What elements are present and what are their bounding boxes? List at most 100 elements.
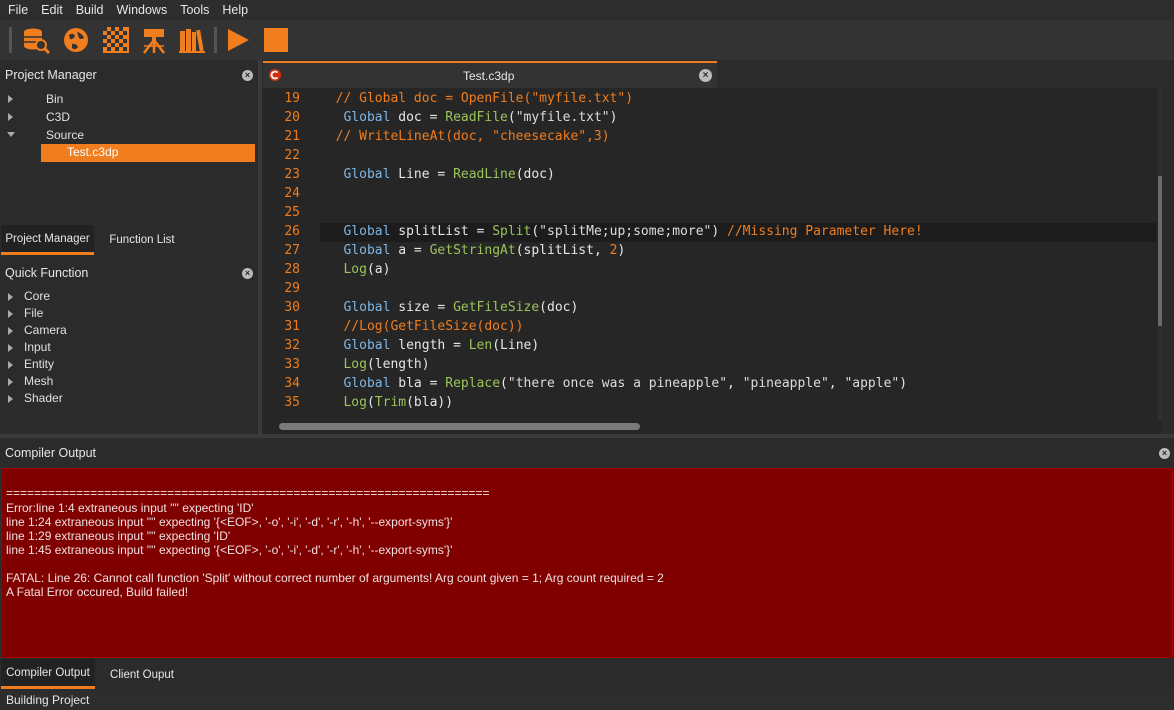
menu-bar: File Edit Build Windows Tools Help: [0, 0, 1174, 20]
project-manager-title: Project Manager: [5, 68, 97, 82]
file-logo-icon: [269, 69, 281, 81]
tree-item-file[interactable]: File: [24, 305, 43, 322]
compiler-output-header: Compiler Output: [0, 440, 1174, 466]
close-icon[interactable]: ×: [699, 69, 712, 82]
tree-item-source[interactable]: Source: [46, 127, 84, 144]
close-icon[interactable]: ×: [1159, 448, 1170, 459]
line-number: 31: [284, 319, 300, 334]
line-number: 35: [284, 395, 300, 410]
database-search-icon[interactable]: [22, 26, 50, 54]
status-bar: Building Project: [0, 690, 1174, 710]
expand-arrow-icon[interactable]: [8, 361, 13, 369]
tree-item-selected[interactable]: Test.c3dp: [41, 144, 255, 162]
tree-item-camera[interactable]: Camera: [24, 322, 67, 339]
tree-item-core[interactable]: Core: [24, 288, 50, 305]
line-number: 21: [284, 129, 300, 144]
tree-item-test-c3dp[interactable]: Test.c3dp: [67, 144, 118, 161]
toolbar-separator: [214, 27, 217, 53]
line-number: 33: [284, 357, 300, 372]
vertical-scroll-thumb[interactable]: [1158, 176, 1162, 326]
line-number: 20: [284, 110, 300, 125]
tab-function-list[interactable]: Function List: [96, 225, 188, 255]
tab-compiler-output[interactable]: Compiler Output: [1, 659, 95, 689]
code-line: Global a = GetStringAt(splitList, 2): [343, 243, 626, 258]
output-line: ========================================…: [6, 486, 490, 500]
globe-icon[interactable]: [62, 26, 90, 54]
project-tabs: Project Manager Function List: [0, 225, 258, 255]
line-number: 25: [284, 205, 300, 220]
code-line: // WriteLineAt(doc, "cheesecake",3): [320, 129, 610, 144]
line-number: 32: [284, 338, 300, 353]
collapse-arrow-icon[interactable]: [7, 132, 15, 137]
status-text: Building Project: [6, 693, 90, 707]
line-number: 30: [284, 300, 300, 315]
code-line: Global bla = Replace("there once was a p…: [343, 376, 908, 391]
menu-tools[interactable]: Tools: [172, 0, 209, 20]
line-number: 29: [284, 281, 300, 296]
horizontal-scrollbar[interactable]: [262, 420, 1162, 434]
stop-icon[interactable]: [262, 26, 290, 54]
tree-item-shader[interactable]: Shader: [24, 390, 63, 407]
expand-arrow-icon[interactable]: [8, 344, 13, 352]
tab-project-manager[interactable]: Project Manager: [1, 225, 94, 255]
camera-tripod-icon[interactable]: [140, 26, 168, 54]
output-line: line 1:29 extraneous input '"' expecting…: [6, 529, 231, 543]
code-line: Log(a): [343, 262, 391, 277]
horizontal-scroll-thumb[interactable]: [279, 423, 640, 430]
menu-build[interactable]: Build: [68, 0, 104, 20]
menu-file[interactable]: File: [0, 0, 28, 20]
quick-function-header: Quick Function: [0, 260, 258, 286]
expand-arrow-icon[interactable]: [8, 113, 13, 121]
menu-edit[interactable]: Edit: [33, 0, 63, 20]
line-number: 24: [284, 186, 300, 201]
line-number: 22: [284, 148, 300, 163]
expand-arrow-icon[interactable]: [8, 395, 13, 403]
output-tabs: Compiler Output Client Ouput: [0, 659, 1174, 689]
project-manager-header: Project Manager: [0, 62, 258, 88]
toolbar: [0, 20, 1174, 60]
code-line: Global size = GetFileSize(doc): [343, 300, 579, 315]
expand-arrow-icon[interactable]: [8, 310, 13, 318]
compiler-output-title: Compiler Output: [5, 446, 97, 460]
tab-title: Test.c3dp: [463, 69, 515, 83]
project-tree: Bin C3D Source Test.c3dp: [0, 89, 258, 224]
line-number: 19: [284, 91, 300, 106]
toolbar-grip[interactable]: [9, 27, 12, 53]
quick-function-tree: Core File Camera Input Entity Mesh Shade…: [0, 288, 258, 433]
tab-test-c3dp[interactable]: Test.c3dp ×: [263, 61, 717, 88]
code-line: Log(Trim(bla)): [343, 395, 454, 410]
close-icon[interactable]: ×: [242, 70, 253, 81]
editor-tab-bar: Test.c3dp ×: [262, 60, 1174, 88]
expand-arrow-icon[interactable]: [8, 327, 13, 335]
menu-help[interactable]: Help: [214, 0, 248, 20]
line-number: 34: [284, 376, 300, 391]
output-line: FATAL: Line 26: Cannot call function 'Sp…: [6, 571, 664, 585]
tree-item-entity[interactable]: Entity: [24, 356, 54, 373]
line-number: 23: [284, 167, 300, 182]
expand-arrow-icon[interactable]: [8, 95, 13, 103]
tab-client-output[interactable]: Client Ouput: [96, 659, 188, 689]
vertical-scrollbar[interactable]: [1158, 88, 1162, 432]
tree-item-bin[interactable]: Bin: [46, 91, 63, 108]
close-icon[interactable]: ×: [242, 268, 253, 279]
expand-arrow-icon[interactable]: [8, 378, 13, 386]
tree-item-mesh[interactable]: Mesh: [24, 373, 53, 390]
tree-item-c3d[interactable]: C3D: [46, 109, 70, 126]
output-line: line 1:45 extraneous input '"' expecting…: [6, 543, 453, 557]
code-line: Global doc = ReadFile("myfile.txt"): [343, 110, 618, 125]
code-line: // Global doc = OpenFile("myfile.txt"): [320, 91, 634, 106]
code-editor[interactable]: 19 // Global doc = OpenFile("myfile.txt"…: [262, 88, 1162, 432]
output-line: Error:line 1:4 extraneous input '"' expe…: [6, 501, 254, 515]
compiler-output-log[interactable]: ========================================…: [1, 468, 1173, 658]
horizontal-splitter[interactable]: [0, 434, 1174, 438]
checker-texture-icon[interactable]: [102, 26, 130, 54]
library-books-icon[interactable]: [178, 26, 206, 54]
tree-item-input[interactable]: Input: [24, 339, 51, 356]
line-number: 28: [284, 262, 300, 277]
play-icon[interactable]: [224, 26, 252, 54]
menu-windows[interactable]: Windows: [109, 0, 168, 20]
code-line: Log(length): [343, 357, 430, 372]
expand-arrow-icon[interactable]: [8, 293, 13, 301]
line-number: 26: [284, 224, 300, 239]
output-line: line 1:24 extraneous input '"' expecting…: [6, 515, 453, 529]
